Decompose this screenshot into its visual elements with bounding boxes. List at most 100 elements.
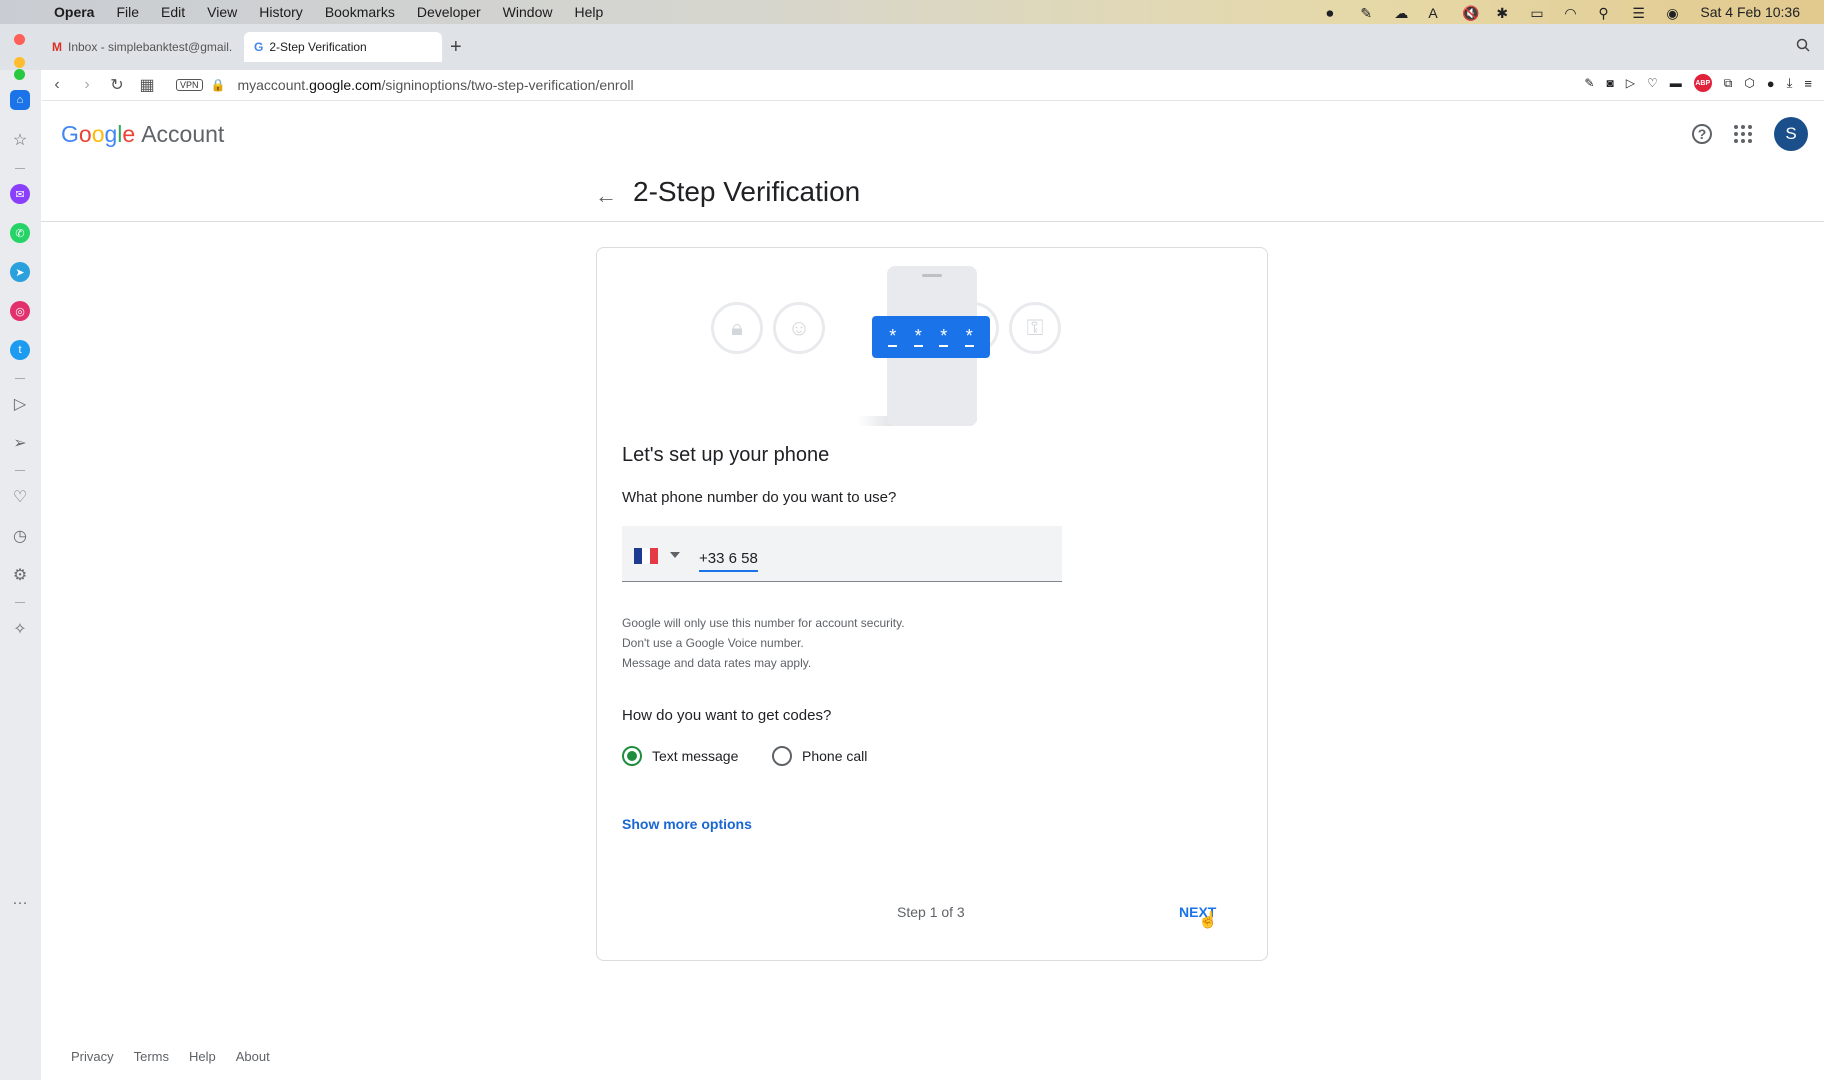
telegram-icon[interactable]: ➤	[10, 262, 30, 282]
gmail-icon: M	[52, 40, 62, 54]
maximize-window-button[interactable]	[14, 69, 25, 80]
download-icon[interactable]: ⤓	[1787, 75, 1793, 91]
vpn-badge[interactable]: VPN	[176, 79, 203, 91]
menu-view[interactable]: View	[207, 4, 237, 20]
fine-print-line: Message and data rates may apply.	[622, 656, 812, 670]
apps-grid-icon[interactable]	[1734, 125, 1752, 143]
phone-number-input[interactable]: +33 6 58	[699, 550, 758, 572]
header-divider	[41, 221, 1824, 222]
heart-icon[interactable]: ♡	[1647, 76, 1658, 90]
code-char: *	[964, 326, 974, 347]
tab-2-step-verification[interactable]: G 2-Step Verification	[244, 32, 442, 62]
setup-card: 🔒︎ ☺ ✆ ⚿ * * * * Let's set up your phone…	[596, 247, 1268, 961]
menu-history[interactable]: History	[259, 4, 303, 20]
step-indicator: Step 1 of 3	[897, 904, 965, 920]
page-title: 2-Step Verification	[633, 176, 861, 207]
footer-terms-link[interactable]: Terms	[134, 1049, 169, 1064]
phone-call-label[interactable]: Phone call	[802, 748, 867, 764]
flow-icon[interactable]: ➢	[10, 433, 30, 453]
menu-developer[interactable]: Developer	[417, 4, 481, 20]
evernote-icon[interactable]: ✎	[1360, 5, 1376, 21]
whatsapp-icon[interactable]: ✆	[10, 223, 30, 243]
tab-search-icon[interactable]	[1796, 38, 1810, 57]
menu-help[interactable]: Help	[574, 4, 603, 20]
adblock-icon[interactable]: ABP	[1693, 74, 1712, 92]
cube-icon[interactable]: ⬡	[1744, 76, 1754, 90]
home-icon[interactable]: ⌂	[10, 90, 30, 110]
url-field[interactable]: myaccount.google.com/signinoptions/two-s…	[237, 77, 633, 93]
extension-icon[interactable]: ▬	[1670, 76, 1682, 90]
person-icon: ☺	[773, 302, 825, 354]
text-message-label[interactable]: Text message	[652, 748, 738, 764]
tabs-grid-icon[interactable]: ▦	[132, 75, 162, 95]
france-flag-icon[interactable]	[634, 548, 658, 564]
puzzle-icon[interactable]: ⧉	[1724, 76, 1733, 91]
fine-print-line: Google will only use this number for acc…	[622, 616, 905, 630]
profile-icon[interactable]: ●	[1767, 76, 1775, 91]
menu-file[interactable]: File	[116, 4, 139, 20]
mute-icon[interactable]: 🔇	[1462, 5, 1479, 21]
google-account-logo[interactable]: Google Account	[61, 121, 224, 148]
reload-icon[interactable]: ↻	[102, 75, 132, 95]
phone-number-field[interactable]: +33 6 58	[622, 526, 1062, 582]
battery-icon[interactable]: ▭	[1530, 5, 1546, 21]
header-actions: ? S	[1692, 117, 1808, 151]
instagram-icon[interactable]: ◎	[10, 301, 30, 321]
url-path: /signinoptions/two-step-verification/enr…	[381, 77, 634, 93]
phone-question: What phone number do you want to use?	[622, 489, 897, 506]
new-tab-button[interactable]: +	[450, 36, 462, 59]
input-source-icon[interactable]: A	[1428, 5, 1444, 21]
edit-icon[interactable]: ✎	[1584, 76, 1594, 90]
camera-icon[interactable]: ◙	[1606, 76, 1613, 90]
phone-illustration: 🔒︎ ☺ ✆ ⚿ * * * *	[597, 248, 1269, 428]
send-icon[interactable]: ▷	[1626, 76, 1635, 90]
address-bar: ‹ › ↻ ▦ VPN 🔒 myaccount.google.com/signi…	[42, 70, 1824, 101]
footer-privacy-link[interactable]: Privacy	[71, 1049, 114, 1064]
country-dropdown-icon[interactable]	[670, 552, 680, 558]
menu-edit[interactable]: Edit	[161, 4, 185, 20]
bookmarks-heart-icon[interactable]: ♡	[10, 487, 30, 507]
record-icon[interactable]: ⏺	[1326, 5, 1342, 21]
tab-bar: M Inbox - simplebanktest@gmail... G 2-St…	[0, 24, 1824, 70]
close-window-button[interactable]	[14, 34, 25, 45]
menu-app-name[interactable]: Opera	[54, 4, 94, 20]
history-icon[interactable]: ◷	[10, 526, 30, 546]
footer-about-link[interactable]: About	[236, 1049, 270, 1064]
bluetooth-icon[interactable]: ✱	[1496, 5, 1512, 21]
menu-window[interactable]: Window	[503, 4, 553, 20]
help-icon[interactable]: ?	[1692, 124, 1712, 144]
lock-icon: 🔒	[210, 78, 226, 92]
more-icon[interactable]: …	[10, 890, 30, 910]
show-more-options-link[interactable]: Show more options	[622, 816, 752, 832]
messenger-icon[interactable]: ✉	[10, 184, 30, 204]
avatar[interactable]: S	[1774, 117, 1808, 151]
menu-bookmarks[interactable]: Bookmarks	[325, 4, 395, 20]
twitter-icon[interactable]: t	[10, 340, 30, 360]
spotlight-icon[interactable]: ⚲	[1598, 5, 1614, 21]
siri-icon[interactable]: ◉	[1666, 5, 1682, 21]
back-icon[interactable]: ‹	[42, 76, 72, 94]
speed-dial-icon[interactable]: ☆	[10, 130, 30, 150]
minimize-window-button[interactable]	[14, 57, 25, 68]
back-arrow-icon[interactable]: ←	[595, 183, 617, 209]
fine-print-line: Don't use a Google Voice number.	[622, 636, 804, 650]
menu-icon[interactable]: ≡	[1804, 76, 1812, 91]
opera-sidebar: ⌂ ☆ ✉ ✆ ➤ ◎ t ▷ ➢ ♡ ◷ ⚙ ✧ …	[0, 69, 41, 1080]
player-icon[interactable]: ▷	[10, 394, 30, 414]
url-domain: google.com	[309, 77, 382, 93]
control-center-icon[interactable]: ☰	[1632, 5, 1648, 21]
code-char: *	[888, 326, 898, 347]
codes-question: How do you want to get codes?	[622, 707, 832, 724]
settings-icon[interactable]: ⚙	[10, 565, 30, 585]
footer-help-link[interactable]: Help	[189, 1049, 216, 1064]
tab-inbox[interactable]: M Inbox - simplebanktest@gmail...	[42, 32, 242, 62]
weather-icon[interactable]: ☁	[1394, 5, 1410, 21]
forward-icon[interactable]: ›	[72, 76, 102, 94]
menubar-datetime[interactable]: Sat 4 Feb 10:36	[1700, 4, 1800, 20]
text-message-radio[interactable]	[622, 746, 642, 766]
wifi-icon[interactable]: ◠	[1564, 5, 1580, 21]
phone-call-radio[interactable]	[772, 746, 792, 766]
tab-label: 2-Step Verification	[269, 40, 367, 54]
account-label: Account	[141, 121, 225, 147]
lightbulb-icon[interactable]: ✧	[10, 619, 30, 639]
